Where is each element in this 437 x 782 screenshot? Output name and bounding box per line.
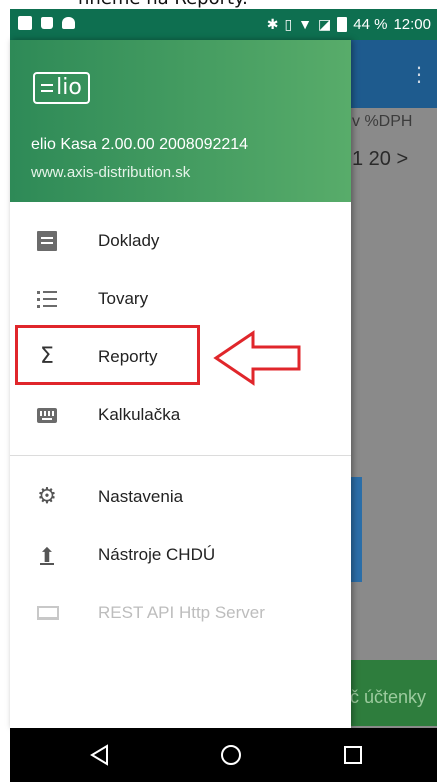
- app-version: elio Kasa 2.00.00 2008092214: [31, 136, 249, 153]
- more-vert-icon[interactable]: ⋮: [409, 62, 429, 87]
- app-column-header: v %DPH: [352, 113, 413, 130]
- no-sim-icon: ◪: [318, 16, 332, 32]
- menu-item-doklady[interactable]: Doklady: [10, 212, 351, 270]
- system-nav-bar: [10, 728, 437, 782]
- wifi-icon: ▼: [298, 16, 313, 32]
- android-icon: [62, 17, 75, 29]
- logo-text: lio: [56, 75, 82, 100]
- battery-icon: [337, 16, 348, 32]
- app-website: www.axis-distribution.sk: [31, 164, 191, 181]
- menu-item-kalkulacka[interactable]: Kalkulačka: [10, 386, 351, 444]
- menu-item-nastavenia[interactable]: ⚙ Nastavenia: [10, 468, 351, 526]
- app-bottom-button-label: č účtenky: [350, 687, 427, 707]
- menu-item-label: Nástroje CHDÚ: [98, 545, 216, 564]
- menu-item-label: Kalkulačka: [98, 405, 181, 424]
- list-icon: [37, 289, 57, 309]
- lock-icon: [41, 17, 53, 29]
- bluetooth-icon: ✱: [266, 16, 279, 32]
- home-icon[interactable]: [219, 743, 243, 767]
- menu-item-rest-api-server[interactable]: REST API Http Server: [10, 584, 351, 642]
- caption-text: hneme na Reporty.: [78, 0, 248, 9]
- upload-icon: ⬆: [38, 543, 56, 567]
- elio-logo: lio: [33, 72, 90, 104]
- menu-item-nastroje-chdu[interactable]: ⬆ Nástroje CHDÚ: [10, 526, 351, 584]
- battery-percent: 44 %: [353, 15, 388, 33]
- menu-divider: [10, 455, 351, 456]
- menu-item-label: Tovary: [98, 289, 149, 308]
- clock: 12:00: [393, 15, 431, 33]
- vibrate-icon: ▯: [284, 16, 293, 32]
- menu-item-tovary[interactable]: Tovary: [10, 270, 351, 328]
- print-icon: [18, 16, 32, 30]
- menu-item-label: Doklady: [98, 231, 160, 250]
- recents-icon[interactable]: [341, 743, 365, 767]
- app-row-values: 1 20 >: [352, 148, 409, 170]
- menu-item-label: Nastavenia: [98, 487, 184, 506]
- menu-item-label: REST API Http Server: [98, 603, 265, 622]
- status-bar: ✱ ▯ ▼ ◪ 44 % 12:00: [10, 9, 437, 40]
- drawer-header: lio elio Kasa 2.00.00 2008092214 www.axi…: [10, 40, 351, 202]
- highlight-box: [15, 325, 200, 385]
- back-icon[interactable]: [88, 743, 112, 767]
- keyboard-icon: [37, 408, 57, 423]
- gear-icon: ⚙: [37, 484, 57, 509]
- receipt-icon: [37, 231, 57, 251]
- laptop-icon: [37, 606, 59, 620]
- arrow-annotation: [213, 330, 301, 386]
- caption-strip: hneme na Reporty.: [0, 0, 437, 9]
